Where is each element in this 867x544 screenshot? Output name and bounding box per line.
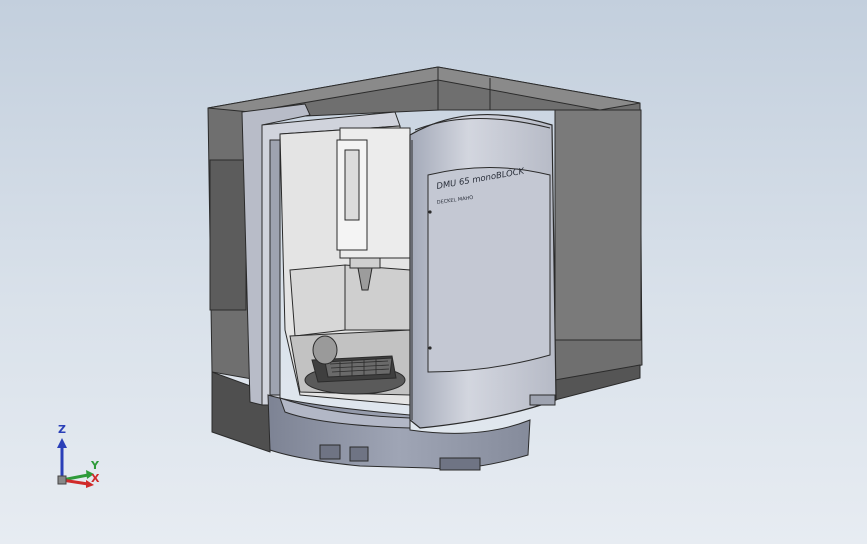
y-axis-label: Y [91,459,99,472]
graphics-viewport[interactable]: DMU 65 monoBLOCK DECKEL MAHO Z Y X [0,0,867,544]
machine-model[interactable]: DMU 65 monoBLOCK DECKEL MAHO [0,0,867,544]
front-door [409,114,557,429]
x-axis-label: X [91,472,100,485]
orientation-triad[interactable]: Z Y X [48,420,118,500]
z-axis-label: Z [58,423,66,436]
